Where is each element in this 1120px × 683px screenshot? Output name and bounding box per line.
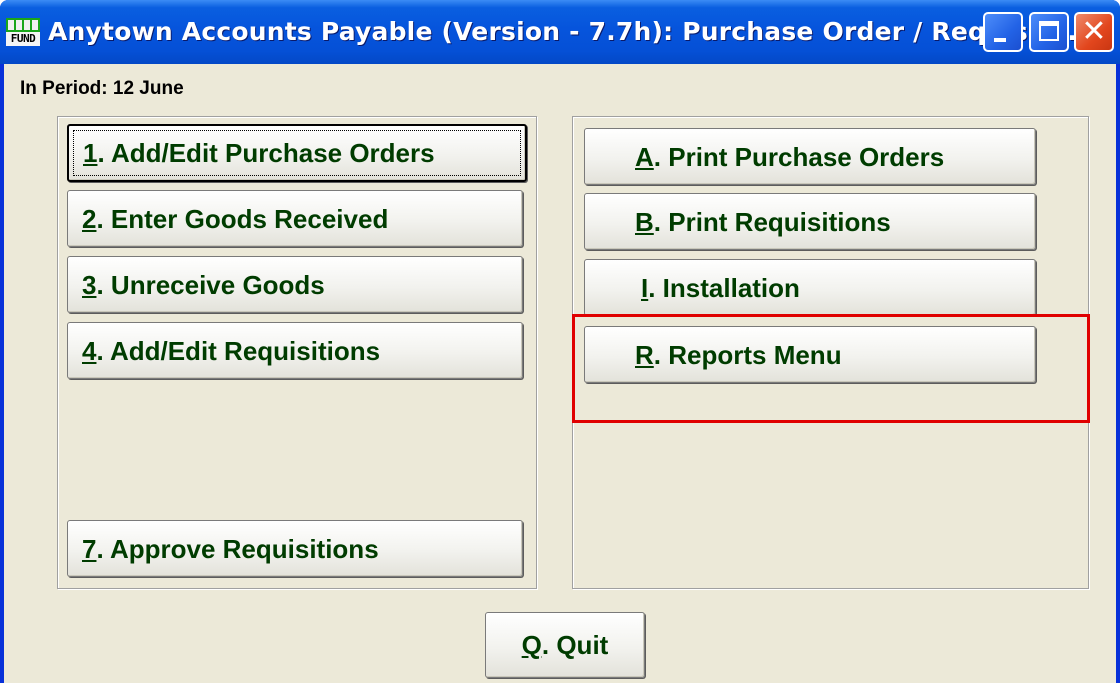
print-requisitions-button[interactable]: B. Print Requisitions: [584, 193, 1036, 250]
button-label: . Installation: [648, 273, 800, 303]
fund-app-icon[interactable]: FUND: [6, 18, 40, 46]
highlight-box: [572, 314, 1090, 423]
minimize-button[interactable]: [983, 12, 1023, 52]
hotkey-a: A: [635, 142, 654, 172]
hotkey-3: 3: [82, 270, 97, 300]
close-icon: ✕: [1081, 14, 1107, 49]
button-label: . Approve Requisitions: [96, 534, 379, 564]
button-label: . Print Requisitions: [653, 207, 891, 237]
app-icon-label: FUND: [6, 32, 40, 46]
add-edit-purchase-orders-button[interactable]: 1. Add/Edit Purchase Orders: [67, 124, 527, 182]
hotkey-q: Q: [521, 630, 542, 660]
maximize-button[interactable]: [1029, 12, 1069, 52]
hotkey-b: B: [635, 207, 654, 237]
hotkey-7: 7: [82, 534, 97, 564]
hotkey-2: 2: [82, 204, 97, 234]
title-bar[interactable]: FUND Anytown Accounts Payable (Version -…: [0, 0, 1120, 64]
print-purchase-orders-button[interactable]: A. Print Purchase Orders: [584, 128, 1036, 185]
window-title: Anytown Accounts Payable (Version - 7.7h…: [48, 17, 1087, 46]
enter-goods-received-button[interactable]: 2. Enter Goods Received: [67, 190, 523, 247]
button-label: . Add/Edit Requisitions: [96, 336, 381, 366]
button-label: . Enter Goods Received: [96, 204, 389, 234]
hotkey-4: 4: [82, 336, 97, 366]
add-edit-requisitions-button[interactable]: 4. Add/Edit Requisitions: [67, 322, 523, 379]
installation-button[interactable]: I. Installation: [584, 259, 1036, 316]
close-button[interactable]: ✕: [1074, 12, 1114, 52]
unreceive-goods-button[interactable]: 3. Unreceive Goods: [67, 256, 523, 313]
period-label: In Period: 12 June: [20, 78, 184, 99]
minimize-icon: [994, 38, 1006, 42]
button-label: . Print Purchase Orders: [653, 142, 945, 172]
button-label: . Unreceive Goods: [96, 270, 325, 300]
quit-button[interactable]: Q. Quit: [485, 612, 645, 678]
app-window: FUND Anytown Accounts Payable (Version -…: [0, 0, 1120, 683]
maximize-icon: [1039, 21, 1059, 41]
button-label: . Quit: [541, 630, 609, 660]
approve-requisitions-button[interactable]: 7. Approve Requisitions: [67, 520, 523, 577]
client-area: In Period: 12 June 1. Add/Edit Purchase …: [4, 64, 1116, 683]
